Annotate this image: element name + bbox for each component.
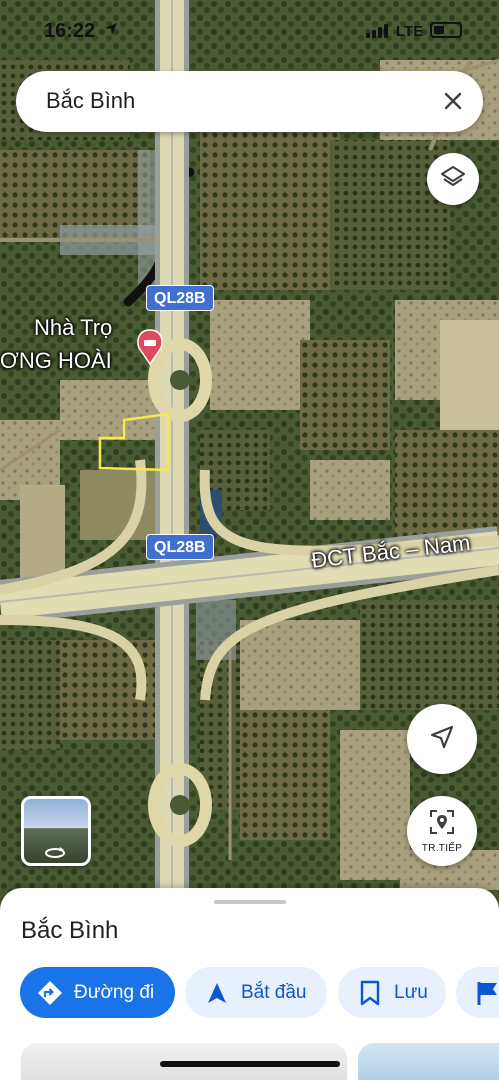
photo-thumbnail[interactable] (358, 1043, 499, 1080)
live-view-button[interactable]: TR.TIẾP (407, 796, 477, 866)
layers-button[interactable] (427, 153, 479, 205)
home-indicator[interactable] (160, 1061, 340, 1067)
drag-handle[interactable] (214, 900, 286, 904)
start-button[interactable]: Bắt đầu (185, 967, 327, 1018)
place-title: Bắc Bình (21, 917, 119, 944)
bottom-sheet[interactable]: Bắc Bình Đường đi Bắt đầu Lưu (0, 888, 499, 1080)
close-icon[interactable] (437, 85, 469, 117)
directions-icon (36, 979, 64, 1007)
flag-button[interactable] (456, 967, 499, 1018)
status-time: 16:22 (44, 20, 96, 42)
start-arrow-icon (203, 979, 231, 1007)
signal-icon (366, 24, 388, 38)
rotate-360-icon (44, 843, 66, 863)
place-name-line2[interactable]: ƠNG HOÀI (0, 348, 112, 374)
action-chips: Đường đi Bắt đầu Lưu (20, 967, 499, 1019)
place-name-line1[interactable]: Nhà Trọ (34, 315, 112, 341)
search-bar[interactable]: Bắc Bình (16, 71, 483, 132)
network-type: LTE (396, 23, 424, 40)
save-button[interactable]: Lưu (338, 967, 446, 1018)
route-label-ql28b-north: QL28B (146, 285, 214, 311)
battery-icon (430, 22, 462, 38)
save-label: Lưu (394, 981, 428, 1003)
start-label: Bắt đầu (241, 981, 307, 1003)
directions-label: Đường đi (74, 981, 155, 1003)
directions-button[interactable]: Đường đi (20, 967, 175, 1018)
location-arrow-icon (104, 22, 118, 41)
status-bar: 16:22 LTE (0, 0, 499, 60)
layers-icon (440, 164, 466, 195)
my-location-button[interactable] (407, 704, 477, 774)
search-query[interactable]: Bắc Bình (46, 88, 135, 114)
bookmark-icon (356, 979, 384, 1007)
route-label-ql28b-south: QL28B (146, 534, 214, 560)
live-view-label: TR.TIẾP (421, 843, 463, 854)
navigation-arrow-icon (429, 724, 455, 755)
street-view-thumbnail[interactable] (21, 796, 91, 866)
flag-icon (474, 979, 499, 1007)
live-view-icon (428, 808, 456, 841)
